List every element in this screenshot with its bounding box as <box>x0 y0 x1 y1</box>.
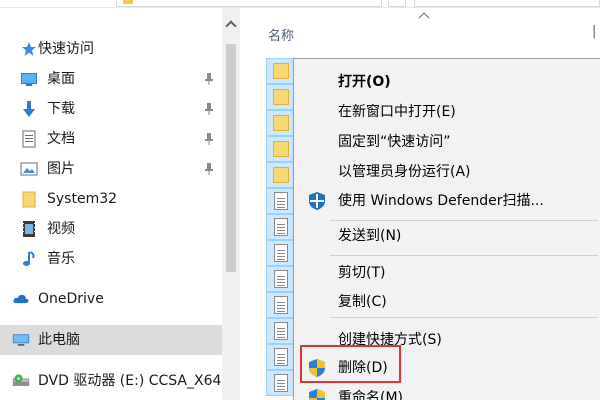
file-item[interactable] <box>266 136 296 162</box>
menu-item-label: 重命名(M) <box>338 390 404 400</box>
dvd-drive-icon <box>12 374 30 386</box>
navigation-pane: 快速访问 桌面 下载 文档 图片 System32 视频 音乐 OneDrive <box>0 8 222 400</box>
nav-item-label: DVD 驱动器 (E:) CCSA_X64 <box>38 373 222 389</box>
menu-item-open[interactable]: 打开(O) <box>294 67 600 97</box>
scrollbar-thumb[interactable] <box>226 44 236 272</box>
menu-item-label: 在新窗口中打开(E) <box>338 104 456 120</box>
file-item[interactable] <box>266 370 296 396</box>
star-icon <box>22 42 36 56</box>
nav-item-label: 此电脑 <box>38 332 80 348</box>
file-item[interactable] <box>266 162 296 188</box>
file-icon <box>274 374 288 392</box>
nav-item-pictures[interactable]: 图片 <box>0 154 222 184</box>
file-item[interactable] <box>266 58 296 84</box>
nav-item-label: 桌面 <box>47 71 75 87</box>
nav-item-onedrive[interactable]: OneDrive <box>0 284 222 314</box>
address-bar-strip <box>0 0 600 8</box>
nav-item-quick-access[interactable]: 快速访问 <box>0 34 222 64</box>
menu-separator <box>330 317 598 318</box>
nav-item-dvd-drive[interactable]: DVD 驱动器 (E:) CCSA_X64 <box>0 366 222 396</box>
address-bar[interactable] <box>116 0 382 7</box>
menu-item-label: 发送到(N) <box>338 228 402 244</box>
file-item[interactable] <box>266 292 296 318</box>
scroll-up-arrow-icon[interactable] <box>225 20 237 32</box>
menu-item-label: 复制(C) <box>338 294 387 310</box>
download-arrow-icon <box>23 101 35 117</box>
uac-shield-icon <box>309 389 325 400</box>
nav-item-label: 音乐 <box>47 251 75 267</box>
menu-item-copy[interactable]: 复制(C) <box>294 287 600 317</box>
refresh-button[interactable] <box>388 0 406 7</box>
folder-icon <box>22 191 36 208</box>
file-item[interactable] <box>266 188 296 214</box>
nav-item-label: 文档 <box>47 131 75 147</box>
nav-item-this-pc[interactable]: 此电脑 <box>0 325 222 355</box>
nav-scrollbar[interactable] <box>222 8 240 400</box>
video-icon <box>23 221 35 237</box>
menu-item-label: 使用 Windows Defender扫描... <box>338 193 544 209</box>
folder-icon <box>273 89 289 105</box>
nav-item-label: OneDrive <box>38 291 104 307</box>
menu-item-pin-quick-access[interactable]: 固定到“快速访问” <box>294 127 600 157</box>
search-box[interactable] <box>414 0 600 7</box>
file-icon <box>274 348 288 366</box>
menu-item-defender-scan[interactable]: 使用 Windows Defender扫描... <box>294 186 600 216</box>
nav-item-label: 下载 <box>47 101 75 117</box>
file-item[interactable] <box>266 110 296 136</box>
pin-icon <box>205 133 213 145</box>
menu-item-label: 打开(O) <box>338 74 391 90</box>
pin-icon <box>205 163 213 175</box>
menu-item-label: 固定到“快速访问” <box>338 134 451 150</box>
file-icon <box>274 192 288 210</box>
music-note-icon <box>23 251 35 266</box>
file-item[interactable] <box>266 240 296 266</box>
column-name-header[interactable]: 名称 <box>268 25 294 44</box>
nav-item-desktop[interactable]: 桌面 <box>0 64 222 94</box>
folder-icon <box>273 63 289 79</box>
file-icon <box>274 322 288 340</box>
menu-item-label: 剪切(T) <box>338 265 386 281</box>
menu-item-rename[interactable]: 重命名(M) <box>294 383 600 400</box>
menu-item-run-as-admin[interactable]: 以管理员身份运行(A) <box>294 157 600 187</box>
windows-defender-icon <box>309 192 325 210</box>
folder-icon <box>273 115 289 131</box>
pin-icon <box>205 103 213 115</box>
menu-item-label: 以管理员身份运行(A) <box>338 164 471 180</box>
file-item[interactable] <box>266 344 296 370</box>
nav-item-videos[interactable]: 视频 <box>0 214 222 244</box>
folder-icon <box>273 167 289 183</box>
file-item[interactable] <box>266 318 296 344</box>
file-icon <box>274 270 288 288</box>
nav-item-label: 视频 <box>47 221 75 237</box>
menu-item-cut[interactable]: 剪切(T) <box>294 258 600 288</box>
nav-item-system32[interactable]: System32 <box>0 184 222 214</box>
folder-icon <box>123 0 133 4</box>
nav-item-music[interactable]: 音乐 <box>0 244 222 274</box>
column-divider: | <box>592 24 597 39</box>
computer-icon <box>12 334 30 346</box>
pin-icon <box>205 73 213 85</box>
file-item[interactable] <box>266 84 296 110</box>
file-icon <box>274 296 288 314</box>
menu-item-open-new-window[interactable]: 在新窗口中打开(E) <box>294 97 600 127</box>
file-item[interactable] <box>266 214 296 240</box>
nav-item-documents[interactable]: 文档 <box>0 124 222 154</box>
folder-icon <box>273 141 289 157</box>
nav-item-label: 快速访问 <box>38 41 94 57</box>
nav-item-label: System32 <box>47 191 118 207</box>
cloud-icon <box>13 294 29 304</box>
nav-item-label: 图片 <box>47 161 75 177</box>
picture-icon <box>20 162 38 176</box>
menu-separator <box>330 255 598 256</box>
file-icon <box>274 218 288 236</box>
document-icon <box>22 130 36 148</box>
desktop-icon <box>21 73 37 86</box>
file-icon <box>274 244 288 262</box>
delete-highlight-box <box>300 345 401 383</box>
menu-item-send-to[interactable]: 发送到(N) <box>294 221 600 251</box>
nav-item-downloads[interactable]: 下载 <box>0 94 222 124</box>
file-item[interactable] <box>266 266 296 292</box>
